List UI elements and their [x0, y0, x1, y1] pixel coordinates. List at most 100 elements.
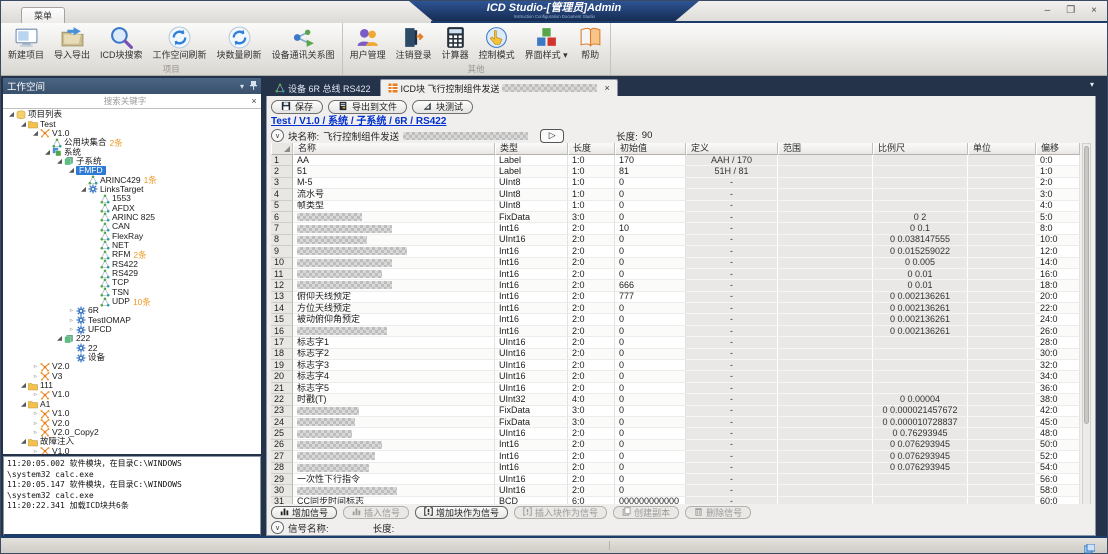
column-header-名称[interactable]: 名称: [293, 143, 495, 155]
close-button[interactable]: ×: [1091, 3, 1097, 19]
table-row[interactable]: 251Label1:08151H / 811:0: [271, 166, 1080, 177]
table-row[interactable]: 1AALabel1:0170AAH / 1700:0: [271, 155, 1080, 166]
ribbon-button-import-export[interactable]: 导入导出: [49, 24, 95, 64]
add-block-as-signal-button[interactable]: 增加块作为信号: [415, 506, 508, 519]
table-row[interactable]: 20标志字4UInt162:00-34:0: [271, 371, 1080, 382]
tree-expander-icon[interactable]: ▹: [31, 372, 40, 381]
tree-item-V1.0[interactable]: ▹V1.0: [3, 446, 261, 454]
table-row[interactable]: 4流水号UInt81:00-3:0: [271, 189, 1080, 200]
table-row[interactable]: 22时戳(T)UInt324:00-0 0.0000438:0: [271, 394, 1080, 405]
tree-item-V2.0[interactable]: ▹V2.0: [3, 362, 261, 371]
tree-item-公用块集合[interactable]: 公用块集合2条: [3, 138, 261, 147]
document-tab-1[interactable]: 设备 6R 总线 RS422: [268, 80, 378, 96]
tree-expander-icon[interactable]: ▹: [31, 428, 40, 437]
tree-item-22[interactable]: 22: [3, 344, 261, 353]
tree-expander-icon[interactable]: ▹: [31, 419, 40, 428]
tree-item-UFCD[interactable]: ▹UFCD: [3, 325, 261, 334]
table-row[interactable]: 14方位天线预定Int162:00-0 0.00213626122:0: [271, 303, 1080, 314]
tree-item-TCP[interactable]: TCP: [3, 278, 261, 287]
tree-expander-icon[interactable]: ◢: [19, 437, 28, 446]
table-row[interactable]: 28Int162:00-0 0.07629394554:0: [271, 463, 1080, 474]
vertical-scrollbar[interactable]: [1082, 143, 1091, 504]
tree-expander-icon[interactable]: ◢: [19, 400, 28, 409]
tab-close-icon[interactable]: ×: [605, 83, 610, 93]
column-header-偏移[interactable]: 偏移: [1036, 143, 1080, 155]
table-row[interactable]: 10Int162:00-0 0.00514:0: [271, 258, 1080, 269]
tree-expander-icon[interactable]: ▹: [31, 409, 40, 418]
tree-item-设备[interactable]: 设备: [3, 353, 261, 362]
chevron-down-icon[interactable]: ▾: [240, 82, 244, 91]
table-row[interactable]: 12Int162:0666-0 0.0118:0: [271, 280, 1080, 291]
tree-expander-icon[interactable]: ▹: [31, 390, 40, 399]
search-input[interactable]: [3, 95, 247, 108]
table-row[interactable]: 27Int162:00-0 0.07629394552:0: [271, 451, 1080, 462]
tree-item-系统[interactable]: ◢系统: [3, 147, 261, 156]
column-header-范围[interactable]: 范围: [778, 143, 873, 155]
tree-expander-icon[interactable]: ◢: [67, 166, 76, 175]
column-header-单位[interactable]: 单位: [968, 143, 1036, 155]
table-row[interactable]: 16Int162:00-0 0.00213626126:0: [271, 326, 1080, 337]
tree-item-项目列表[interactable]: ◢项目列表: [3, 110, 261, 119]
ribbon-button-icd-search[interactable]: ICD块搜索: [95, 24, 148, 64]
table-row[interactable]: 29一次性下行指令UInt162:00-56:0: [271, 474, 1080, 485]
tree-expander-icon[interactable]: ▹: [31, 362, 40, 371]
tree-item-V2.0[interactable]: ▹V2.0: [3, 418, 261, 427]
tree-expander-icon[interactable]: ◢: [19, 120, 28, 129]
tree-item-Test[interactable]: ◢Test: [3, 119, 261, 128]
tree-item-故障注入[interactable]: ◢故障注入: [3, 437, 261, 446]
ribbon-button-calculator[interactable]: 计算器: [437, 24, 474, 64]
ribbon-button-block-refresh[interactable]: 块数量刷新: [212, 24, 267, 64]
column-header-初始值[interactable]: 初始值: [615, 143, 686, 155]
table-row[interactable]: 25UInt162:00-0 0.7629394548:0: [271, 428, 1080, 439]
tree-item-222[interactable]: ◢222: [3, 334, 261, 343]
table-row[interactable]: 30UInt162:00-58:0: [271, 485, 1080, 496]
tree-item-FlexRay[interactable]: FlexRay: [3, 231, 261, 240]
tree-expander-icon[interactable]: ◢: [19, 381, 28, 390]
ribbon-button-workspace-refresh[interactable]: 工作空间刷新: [148, 24, 212, 64]
tree-expander-icon[interactable]: ▹: [67, 306, 76, 315]
tree-item-ARINC 825[interactable]: ARINC 825: [3, 213, 261, 222]
tree-expander-icon[interactable]: ▹: [31, 447, 40, 454]
ribbon-tab-menu[interactable]: 菜单: [21, 7, 65, 23]
tree-item-UDP[interactable]: UDP10条: [3, 297, 261, 306]
table-row[interactable]: 3M-5UInt81:00-2:0: [271, 178, 1080, 189]
column-header-比例尺[interactable]: 比例尺: [873, 143, 968, 155]
tree-expander-icon[interactable]: ◢: [55, 334, 64, 343]
table-row[interactable]: 5帧类型UInt81:00-4:0: [271, 201, 1080, 212]
table-row[interactable]: 17标志字1UInt162:00-28:0: [271, 337, 1080, 348]
tree-expander-icon[interactable]: ◢: [7, 110, 16, 119]
maximize-button[interactable]: ❐: [1066, 3, 1075, 19]
ribbon-button-help[interactable]: 帮助: [573, 24, 608, 64]
ribbon-button-user-manage[interactable]: 用户管理: [345, 24, 391, 64]
table-row[interactable]: 7Int162:010-0 0.18:0: [271, 223, 1080, 234]
tree-expander-icon[interactable]: ◢: [43, 148, 52, 157]
table-row[interactable]: 23FixData3:00-0 0.00002145767242:0: [271, 406, 1080, 417]
tree-item-A1[interactable]: ◢A1: [3, 400, 261, 409]
table-row[interactable]: 15被动俯仰角预定Int162:00-0 0.00213626124:0: [271, 314, 1080, 325]
table-row[interactable]: 11Int162:00-0 0.0116:0: [271, 269, 1080, 280]
tree-item-子系统[interactable]: ◢子系统: [3, 157, 261, 166]
tree-expander-icon[interactable]: ◢: [31, 129, 40, 138]
scrollbar-thumb[interactable]: [1084, 146, 1089, 424]
tree-expander-icon[interactable]: ▹: [67, 316, 76, 325]
tab-list-icon[interactable]: ▾: [1090, 80, 1094, 89]
tree-expander-icon[interactable]: ◢: [55, 157, 64, 166]
tree-item-V1.0[interactable]: ▹V1.0: [3, 409, 261, 418]
table-row[interactable]: 19标志字3UInt162:00-32:0: [271, 360, 1080, 371]
resize-grip-icon[interactable]: [1084, 541, 1095, 551]
tree-item-V1.0[interactable]: ◢V1.0: [3, 129, 261, 138]
add-signal-button[interactable]: 增加信号: [271, 506, 337, 519]
collapse-chevron-icon[interactable]: ∨: [271, 129, 284, 142]
table-row[interactable]: 18标志字2UInt162:00-30:0: [271, 349, 1080, 360]
table-row[interactable]: 8UInt162:00-0 0.03814755510:0: [271, 235, 1080, 246]
collapse-chevron-icon[interactable]: ∨: [271, 521, 284, 534]
search-clear-icon[interactable]: ×: [247, 96, 261, 106]
column-header-定义[interactable]: 定义: [686, 143, 778, 155]
ribbon-button-new-project[interactable]: 新建项目: [3, 24, 49, 64]
table-corner-cell[interactable]: [271, 143, 293, 155]
pin-icon[interactable]: [250, 81, 257, 92]
tree-item-111[interactable]: ◢111: [3, 381, 261, 390]
tree-item-LinksTarget[interactable]: ◢LinksTarget: [3, 185, 261, 194]
ribbon-button-ui-style[interactable]: 界面样式 ▾: [520, 24, 573, 64]
minimize-button[interactable]: –: [1045, 3, 1051, 19]
